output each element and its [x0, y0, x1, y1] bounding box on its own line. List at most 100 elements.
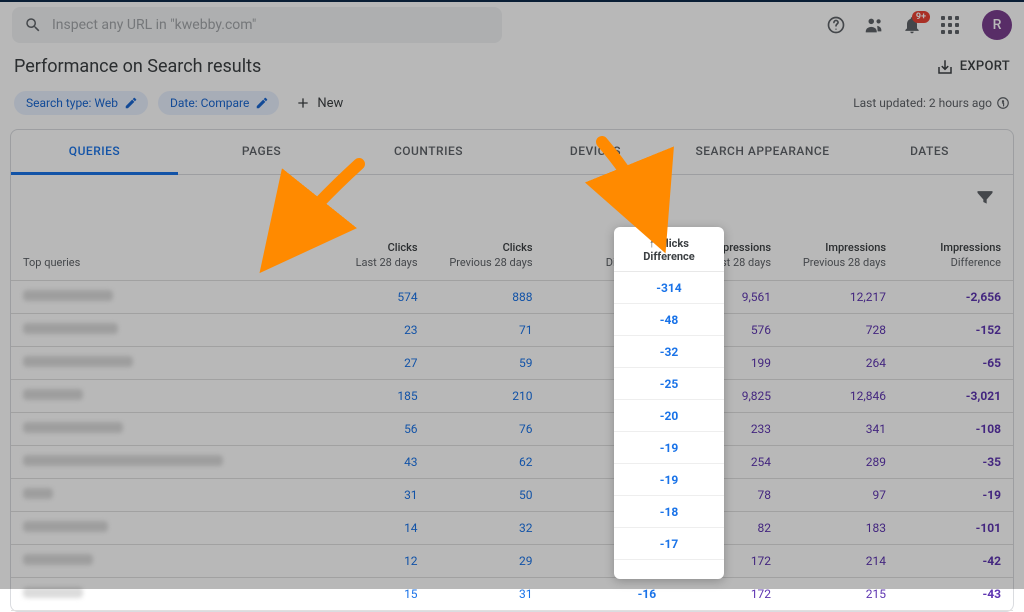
col-clicks-prev[interactable]: ClicksPrevious 28 days — [430, 217, 545, 280]
imp-diff-cell: -101 — [898, 511, 1013, 544]
table-filter-button[interactable] — [969, 181, 1001, 217]
clicks-last-cell: 185 — [315, 379, 430, 412]
query-cell — [11, 346, 315, 379]
spotlight-row: -25 — [614, 368, 724, 400]
query-cell — [11, 511, 315, 544]
last-updated-label: Last updated: 2 hours ago — [853, 96, 1010, 110]
topbar-icons: 9+ R — [824, 10, 1012, 40]
imp-prev-cell: 264 — [783, 346, 898, 379]
tab-queries[interactable]: QUERIES — [11, 130, 178, 175]
table-row[interactable]: 1531-16172215-43 — [11, 577, 1013, 610]
query-cell — [11, 313, 315, 346]
tab-countries[interactable]: COUNTRIES — [345, 130, 512, 174]
clicks-prev-cell: 76 — [430, 412, 545, 445]
imp-diff-cell: -42 — [898, 544, 1013, 577]
info-icon[interactable] — [996, 96, 1010, 110]
query-cell — [11, 412, 315, 445]
clicks-prev-cell: 31 — [430, 577, 545, 610]
table-row[interactable]: 2371-48576728-152 — [11, 313, 1013, 346]
clicks-last-cell: 56 — [315, 412, 430, 445]
clicks-prev-cell: 29 — [430, 544, 545, 577]
spotlight-row: -314 — [614, 272, 724, 304]
clicks-prev-cell: 59 — [430, 346, 545, 379]
spotlight-row: -19 — [614, 464, 724, 496]
imp-prev-cell: 12,846 — [783, 379, 898, 412]
query-cell — [11, 445, 315, 478]
people-icon[interactable] — [862, 13, 886, 37]
table-row[interactable]: 2759-32199264-65 — [11, 346, 1013, 379]
search-icon — [24, 16, 42, 34]
plus-icon — [295, 95, 311, 111]
imp-prev-cell: 97 — [783, 478, 898, 511]
imp-prev-cell: 341 — [783, 412, 898, 445]
table-row[interactable]: 1229-17172214-42 — [11, 544, 1013, 577]
imp-diff-cell: -3,021 — [898, 379, 1013, 412]
query-cell — [11, 478, 315, 511]
table-row[interactable]: 5676-20233341-108 — [11, 412, 1013, 445]
tab-devices[interactable]: DEVICES — [512, 130, 679, 174]
clicks-last-cell: 27 — [315, 346, 430, 379]
col-top-queries[interactable]: Top queries — [11, 217, 315, 280]
clicks-prev-cell: 888 — [430, 280, 545, 313]
sort-arrow-icon: ↑ — [649, 237, 655, 250]
imp-prev-cell: 183 — [783, 511, 898, 544]
clicks-last-cell: 15 — [315, 577, 430, 610]
imp-diff-cell: -2,656 — [898, 280, 1013, 313]
imp-prev-cell: 215 — [783, 577, 898, 610]
imp-last-cell: 172 — [668, 577, 783, 610]
table-row[interactable]: 4362-19254289-35 — [11, 445, 1013, 478]
imp-diff-cell: -43 — [898, 577, 1013, 610]
imp-prev-cell: 214 — [783, 544, 898, 577]
clicks-last-cell: 12 — [315, 544, 430, 577]
clicks-last-cell: 23 — [315, 313, 430, 346]
account-avatar[interactable]: R — [982, 10, 1012, 40]
table-row[interactable]: 1432-1882183-101 — [11, 511, 1013, 544]
clicks-prev-cell: 62 — [430, 445, 545, 478]
clicks-last-cell: 574 — [315, 280, 430, 313]
chip-search-type[interactable]: Search type: Web — [14, 91, 148, 115]
col-clicks-last[interactable]: ClicksLast 28 days — [315, 217, 430, 280]
page-title: Performance on Search results — [14, 56, 261, 77]
imp-diff-cell: -152 — [898, 313, 1013, 346]
search-placeholder: Inspect any URL in "kwebby.com" — [52, 17, 256, 33]
notification-badge: 9+ — [912, 11, 930, 23]
filter-icon — [975, 187, 995, 207]
spotlight-row: -18 — [614, 496, 724, 528]
clicks-last-cell: 14 — [315, 511, 430, 544]
chip-date[interactable]: Date: Compare — [158, 91, 279, 115]
clicks-diff-cell: -16 — [545, 577, 669, 610]
query-cell — [11, 379, 315, 412]
clicks-prev-cell: 50 — [430, 478, 545, 511]
download-icon — [936, 58, 954, 76]
query-cell — [11, 544, 315, 577]
help-icon[interactable] — [824, 13, 848, 37]
url-inspect-search[interactable]: Inspect any URL in "kwebby.com" — [12, 7, 502, 43]
queries-table: Top queries ClicksLast 28 days ClicksPre… — [11, 217, 1013, 611]
spotlight-row: -20 — [614, 400, 724, 432]
table-row[interactable]: 3150-197897-19 — [11, 478, 1013, 511]
apps-icon[interactable] — [938, 13, 962, 37]
export-button[interactable]: EXPORT — [936, 58, 1010, 76]
edit-icon — [255, 96, 269, 110]
tab-search-appearance[interactable]: SEARCH APPEARANCE — [679, 130, 846, 174]
query-cell — [11, 280, 315, 313]
table-row[interactable]: 185210-259,82512,846-3,021 — [11, 379, 1013, 412]
results-card: QUERIES PAGES COUNTRIES DEVICES SEARCH A… — [10, 129, 1014, 612]
clicks-prev-cell: 32 — [430, 511, 545, 544]
imp-diff-cell: -35 — [898, 445, 1013, 478]
edit-icon — [124, 96, 138, 110]
tab-dates[interactable]: DATES — [846, 130, 1013, 174]
spotlight-row: -19 — [614, 432, 724, 464]
imp-prev-cell: 289 — [783, 445, 898, 478]
spotlight-row: -17 — [614, 528, 724, 560]
add-filter-button[interactable]: New — [289, 95, 343, 111]
clicks-last-cell: 31 — [315, 478, 430, 511]
tab-pages[interactable]: PAGES — [178, 130, 345, 174]
notifications-icon[interactable]: 9+ — [900, 13, 924, 37]
col-imp-diff[interactable]: ImpressionsDifference — [898, 217, 1013, 280]
imp-diff-cell: -108 — [898, 412, 1013, 445]
imp-prev-cell: 728 — [783, 313, 898, 346]
imp-prev-cell: 12,217 — [783, 280, 898, 313]
col-imp-prev[interactable]: ImpressionsPrevious 28 days — [783, 217, 898, 280]
table-row[interactable]: 574888-3149,56112,217-2,656 — [11, 280, 1013, 313]
